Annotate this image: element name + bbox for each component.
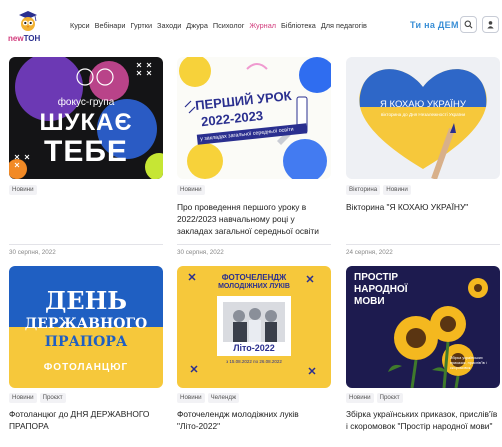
- card-title[interactable]: Фоточелендж молодіжних луків "Літо-2022": [177, 408, 331, 432]
- thumb-line-4: з 15.08.2022 по 26.08.2022: [226, 359, 282, 364]
- thumb-line-4: Збірка українських приказок, прислів'їв …: [450, 356, 487, 370]
- thumb-line-3: Літо-2022: [233, 343, 275, 353]
- thumb-line-1: ФОТОЧЕЛЕНДЖ: [221, 273, 287, 282]
- card-date: 30 серпня, 2022: [9, 249, 56, 256]
- article-card-folk-language[interactable]: ПРОСТІР НАРОДНОЇ МОВИ Збірка українських…: [346, 266, 500, 447]
- card-image[interactable]: ФОТОЧЕЛЕНДЖ МОЛОДІЖНИХ ЛУКІВ Літо-2022 з…: [177, 266, 331, 388]
- thumb-line-2: НАРОДНОЇ: [354, 284, 408, 295]
- card-tags: Новини Челендж: [177, 393, 240, 403]
- heart-artwork: [359, 69, 487, 179]
- article-card-focus-group[interactable]: фокус-група ШУКАЄ ТЕБЕ Новини 30 серпня,…: [9, 57, 163, 257]
- card-divider: [9, 244, 163, 245]
- card-image[interactable]: ПРОСТІР НАРОДНОЇ МОВИ Збірка українських…: [346, 266, 500, 388]
- card-divider: [177, 244, 331, 245]
- card-image[interactable]: Я КОХАЮ УКРАЇНУ вікторина до Дня Незалеж…: [346, 57, 500, 179]
- logo-text: newТОН: [8, 34, 41, 43]
- card-divider: [346, 244, 500, 245]
- site-logo[interactable]: newТОН: [6, 8, 54, 46]
- owl-logo-icon: [19, 11, 37, 31]
- thumb-line-2: ШУКАЄ: [39, 109, 133, 136]
- tag-news[interactable]: Новини: [346, 393, 374, 403]
- card-title[interactable]: Вікторина "Я КОХАЮ УКРАЇНУ": [346, 201, 500, 213]
- thumb-line-1: Я КОХАЮ УКРАЇНУ: [380, 99, 466, 110]
- card-image[interactable]: фокус-група ШУКАЄ ТЕБЕ: [9, 57, 163, 179]
- account-button[interactable]: [482, 16, 499, 33]
- thumb-line-3: МОВИ: [354, 296, 385, 307]
- card-tags: Новини: [177, 185, 205, 195]
- thumb-line-2: МОЛОДІЖНИХ ЛУКІВ: [218, 283, 290, 290]
- search-button[interactable]: [460, 16, 477, 33]
- tag-project[interactable]: Проєкт: [39, 393, 66, 403]
- thumb-line-1: ПРОСТІР: [354, 272, 399, 283]
- card-tags: Новини Проєкт: [346, 393, 403, 403]
- nav-item-webinars[interactable]: Вебінари: [95, 21, 126, 30]
- thumb-line-3: ПРАПОРА: [44, 334, 128, 350]
- card-date: 30 серпня, 2022: [177, 249, 224, 256]
- nav-item-clubs[interactable]: Гуртки: [130, 21, 152, 30]
- thumb-line-2: вікторина до Дня Незалежності України: [380, 112, 466, 117]
- nav-item-courses[interactable]: Курси: [70, 21, 90, 30]
- search-icon: [464, 20, 473, 29]
- card-title[interactable]: Про проведення першого уроку в 2022/2023…: [177, 201, 329, 237]
- tag-news[interactable]: Новини: [383, 185, 411, 195]
- nav-item-psychologist[interactable]: Психолог: [213, 21, 245, 30]
- card-date: 24 серпня, 2022: [346, 249, 393, 256]
- card-tags: Новини: [9, 185, 37, 195]
- card-tags: Новини Проєкт: [9, 393, 66, 403]
- article-card-flag-day[interactable]: ДЕНЬ ДЕРЖАВНОГО ПРАПОРА ФОТОЛАНЦЮГ Новин…: [9, 266, 163, 447]
- article-card-love-ukraine[interactable]: Я КОХАЮ УКРАЇНУ вікторина до Дня Незалеж…: [346, 57, 500, 257]
- user-icon: [487, 21, 494, 29]
- tag-challenge[interactable]: Челендж: [207, 393, 240, 403]
- thumb-line-4: ФОТОЛАНЦЮГ: [43, 362, 129, 373]
- thumb-line-3: ТЕБЕ: [44, 135, 128, 168]
- tag-project[interactable]: Проєкт: [376, 393, 403, 403]
- article-card-summer-looks[interactable]: ФОТОЧЕЛЕНДЖ МОЛОДІЖНИХ ЛУКІВ Літо-2022 з…: [177, 266, 331, 447]
- tag-news[interactable]: Новини: [9, 185, 37, 195]
- thumb-line-1: фокус-група: [57, 97, 115, 108]
- nav-item-events[interactable]: Заходи: [157, 21, 181, 30]
- nav-item-teachers[interactable]: Для педагогів: [321, 21, 367, 30]
- card-title[interactable]: Збірка українських приказок, прислів'їв …: [346, 408, 500, 432]
- main-nav: Курси Вебінари Гуртки Заходи Джура Психо…: [70, 21, 367, 30]
- tag-quiz[interactable]: Вікторина: [346, 185, 381, 195]
- nav-item-dzhura[interactable]: Джура: [186, 21, 208, 30]
- tag-news[interactable]: Новини: [177, 185, 205, 195]
- article-card-first-lesson[interactable]: ПЕРШИЙ УРОК 2022-2023 у закладах загальн…: [177, 57, 331, 257]
- partner-logo[interactable]: Ти на ДЕМ: [410, 20, 459, 30]
- tag-news[interactable]: Новини: [177, 393, 205, 403]
- tag-news[interactable]: Новини: [9, 393, 37, 403]
- nav-item-journal[interactable]: Журнал: [249, 21, 276, 30]
- thumb-line-2: ДЕРЖАВНОГО: [24, 316, 148, 332]
- card-image[interactable]: ПЕРШИЙ УРОК 2022-2023 у закладах загальн…: [177, 57, 331, 179]
- card-tags: Вікторина Новини: [346, 185, 411, 195]
- card-title[interactable]: Фотоланцюг до ДНЯ ДЕРЖАВНОГО ПРАПОРА: [9, 408, 163, 432]
- card-image[interactable]: ДЕНЬ ДЕРЖАВНОГО ПРАПОРА ФОТОЛАНЦЮГ: [9, 266, 163, 388]
- site-header: newТОН Курси Вебінари Гуртки Заходи Джур…: [0, 0, 502, 52]
- thumb-line-1: ДЕНЬ: [44, 286, 128, 315]
- nav-item-library[interactable]: Бібліотека: [281, 21, 316, 30]
